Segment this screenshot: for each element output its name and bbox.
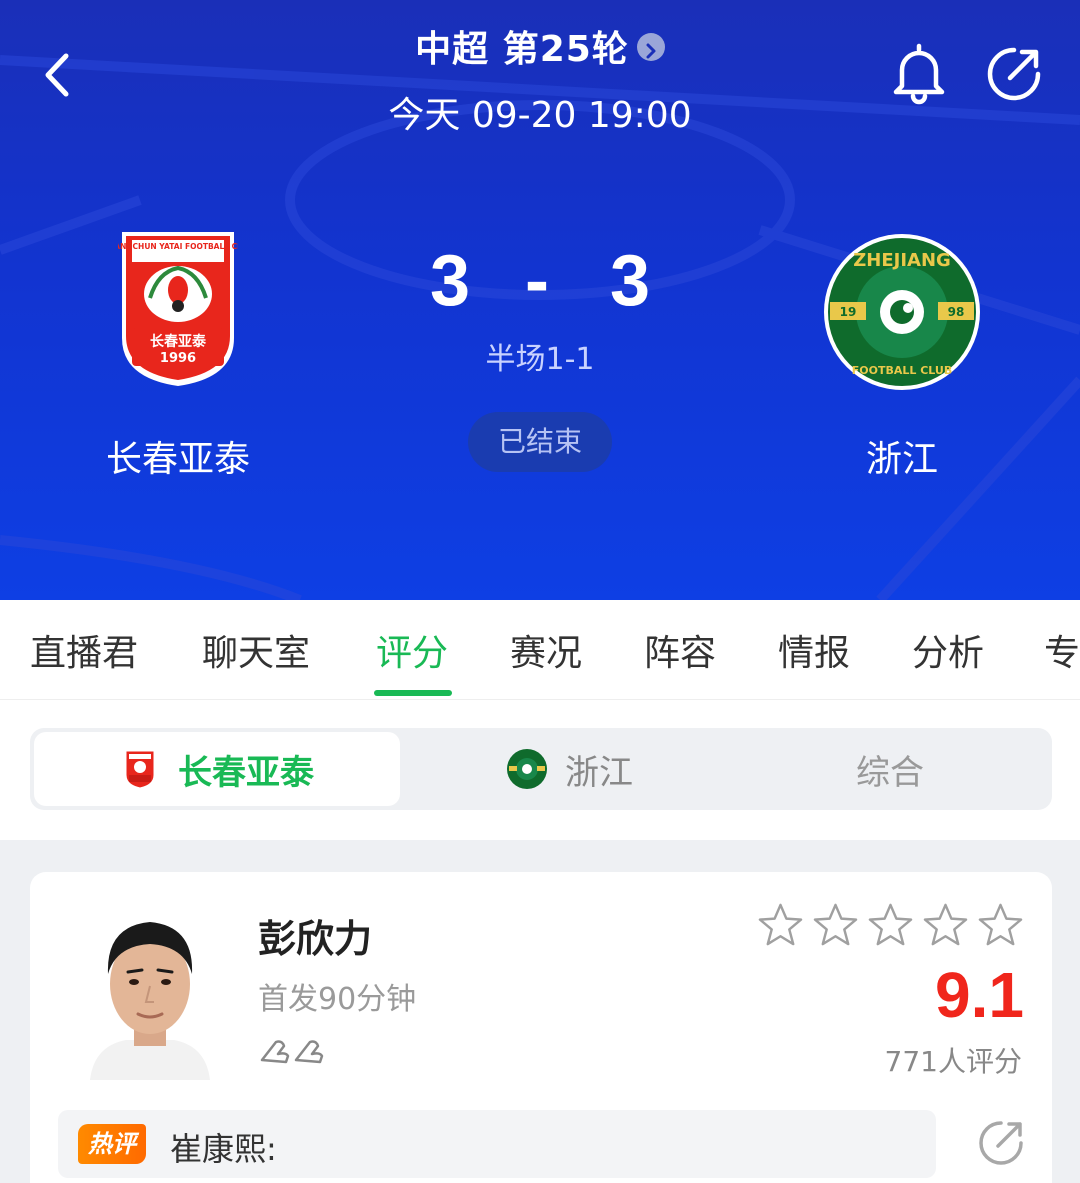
home-team-mini-logo <box>125 750 155 789</box>
tab-lineup[interactable]: 阵容 <box>644 624 716 676</box>
tab-events[interactable]: 赛况 <box>510 624 582 676</box>
score-separator: - <box>525 241 549 321</box>
tab-analysis[interactable]: 分析 <box>912 624 984 676</box>
player-minutes: 首发90分钟 <box>258 982 417 1017</box>
segment-overall[interactable]: 综合 <box>790 728 990 810</box>
tab-intel[interactable]: 情报 <box>778 624 850 676</box>
hot-comment[interactable]: 热评 崔康熙: <box>58 1110 936 1178</box>
hot-comment-text: 崔康熙: <box>170 1130 277 1168</box>
match-status-badge: 已结束 <box>468 412 612 472</box>
away-team-mini-logo <box>507 749 547 789</box>
home-crest-top: CHANGCHUN YATAI FOOTBALL CLUB <box>118 242 238 251</box>
league-round-text: 中超 第25轮 <box>415 29 629 70</box>
hot-comment-badge: 热评 <box>78 1124 146 1164</box>
tab-rating[interactable]: 评分 <box>376 624 448 676</box>
team-switch-area: 长春亚泰 浙江 综合 <box>0 700 1080 840</box>
segment-home-team[interactable]: 长春亚泰 <box>34 732 400 806</box>
segment-home-label: 长春亚泰 <box>178 752 314 793</box>
chevron-right-icon <box>636 33 665 61</box>
away-score: 3 <box>610 241 651 321</box>
team-segmented-control: 长春亚泰 浙江 综合 <box>30 728 1052 810</box>
rating-count: 771人评分 <box>884 1045 1022 1078</box>
star-icon[interactable] <box>868 902 913 947</box>
share-icon[interactable] <box>984 44 1044 104</box>
player-name: 彭欣力 <box>258 917 373 961</box>
segment-away-label: 浙江 <box>565 752 633 793</box>
away-crest-top: ZHEJIANG <box>853 250 951 271</box>
tab-chatroom[interactable]: 聊天室 <box>202 624 310 676</box>
bell-icon[interactable] <box>888 40 950 106</box>
away-crest-left: 19 <box>840 305 857 319</box>
player-avatar[interactable] <box>80 896 220 1080</box>
star-icon[interactable] <box>758 902 803 947</box>
player-rating-score: 9.1 <box>935 959 1024 1031</box>
tab-special[interactable]: 专 <box>1044 624 1080 676</box>
home-score: 3 <box>430 241 471 321</box>
away-team-name[interactable]: 浙江 <box>752 430 1052 482</box>
share-icon[interactable] <box>976 1118 1026 1168</box>
star-rating-input[interactable] <box>758 902 1028 952</box>
boot-icons <box>260 1040 324 1064</box>
star-icon[interactable] <box>923 902 968 947</box>
player-rating-card[interactable]: 彭欣力 首发90分钟 9.1 771人评分 热评 崔康熙: <box>30 872 1052 1183</box>
star-icon[interactable] <box>813 902 858 947</box>
segment-away-team[interactable]: 浙江 <box>470 728 670 810</box>
active-tab-indicator <box>374 690 452 696</box>
away-crest-right: 98 <box>948 305 965 319</box>
tab-live[interactable]: 直播君 <box>30 624 138 676</box>
halftime-score: 半场1-1 <box>485 342 595 377</box>
star-icon[interactable] <box>978 902 1023 947</box>
match-header: 中超 第25轮 今天 09-20 19:00 CHANGCHUN YATAI F… <box>0 0 1080 600</box>
home-team-name[interactable]: 长春亚泰 <box>28 430 328 482</box>
tab-bar: 直播君 聊天室 评分 赛况 阵容 情报 分析 专 <box>0 600 1080 700</box>
